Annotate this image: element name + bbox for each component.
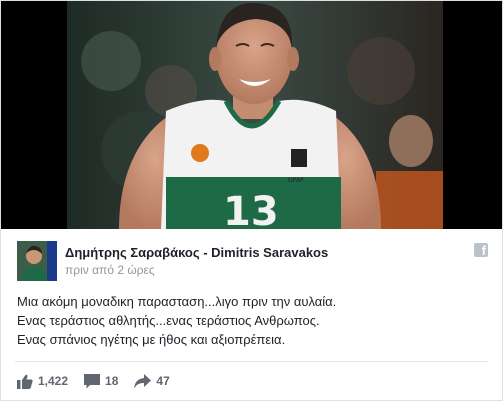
comment-count: 18 [105,374,119,388]
post-text-line: Ενας σπάνιος ηγέτης με ήθος και αξιοπρέπ… [17,332,286,347]
thumbs-up-icon [17,374,33,389]
comment-button[interactable]: 18 [84,373,119,389]
post-header: Δημήτρης Σαραβάκος - Dimitris Saravakos … [17,241,488,283]
post-text-line: Μια ακόμη μοναδικη παρασταση...λιγο πριν… [17,294,337,309]
post-text-line: Ενας τεράστιος αθλητής...ενας τεράστιος … [17,313,320,328]
divider [15,361,488,362]
like-count: 1,422 [38,374,69,388]
avatar[interactable] [17,241,57,281]
share-count: 47 [156,374,170,388]
jersey-number: 13 [223,189,279,229]
speech-bubble-icon [84,373,101,388]
player-photo-illustration: 13 OPAP [1,1,502,229]
like-button[interactable]: 1,422 [17,374,68,389]
post-timestamp[interactable]: πριν από 2 ώρες [65,263,155,277]
avatar-image [17,241,57,281]
facebook-icon[interactable]: f [474,243,488,258]
share-arrow-icon [134,373,152,388]
author-name[interactable]: Δημήτρης Σαραβάκος - Dimitris Saravakos [65,245,328,260]
share-button[interactable]: 47 [134,373,170,389]
post-photo[interactable]: 13 OPAP [1,1,502,229]
post-message: Μια ακόμη μοναδικη παρασταση...λιγο πριν… [17,292,486,349]
jersey-sponsor: OPAP [288,177,304,184]
facebook-post-card: 13 OPAP Δημήτρης Σαραβάκος - Dimitris Sa… [0,0,503,401]
engagement-bar: 1,422 18 47 [17,371,186,391]
